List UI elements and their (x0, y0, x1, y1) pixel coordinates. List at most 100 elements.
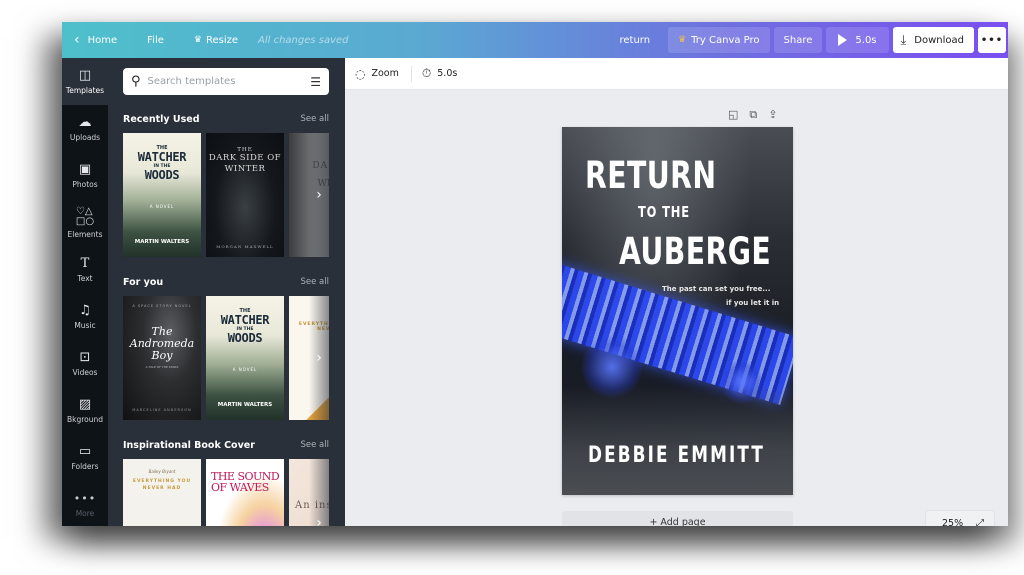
rail-item-templates[interactable]: ◫ Templates (62, 58, 108, 105)
section-header: Recently Used See all (123, 112, 329, 126)
rail-item-photos[interactable]: ▣ Photos (62, 152, 108, 199)
folder-icon: ▭ (78, 443, 92, 459)
cover-tagline-2[interactable]: if you let it in (726, 299, 779, 307)
more-options-button[interactable]: ••• (978, 27, 1006, 53)
play-button[interactable]: 5.0s (826, 27, 889, 53)
see-all-link[interactable]: See all (301, 114, 330, 124)
template-thumbnail[interactable]: THE DARK SIDE OF WINTER MORGAN MAXWELL (206, 133, 284, 257)
thumb-title: The Andromeda Boy (129, 325, 195, 362)
zoom-animation-icon: ◌ (355, 66, 366, 81)
section-for-you: For you See all A SPACE STORY NOVEL The … (123, 275, 329, 420)
section-header: Inspirational Book Cover See all (123, 438, 329, 452)
thumb-title: WATCHER (137, 150, 187, 164)
zoom-label: Zoom (371, 68, 399, 79)
add-page-button[interactable]: + Add page (562, 511, 793, 526)
section-title: Inspirational Book Cover (123, 439, 255, 451)
zoom-control[interactable]: 25% ⤢ (925, 510, 995, 526)
rail-item-uploads[interactable]: ☁ Uploads (62, 105, 108, 152)
thumb-title: DARK SIDE OF WINTER (208, 153, 282, 174)
crown-icon: ♛ (678, 35, 687, 45)
side-nav-rail: ◫ Templates ☁ Uploads ▣ Photos ♡△ □○ Elem… (62, 58, 108, 526)
file-menu[interactable]: File (135, 22, 182, 58)
cloud-upload-icon: ☁ (78, 114, 92, 130)
templates-icon: ◫ (78, 67, 92, 83)
design-page[interactable]: RETURN TO THE AUBERGE The past can set y… (562, 127, 793, 495)
zoom-button[interactable]: ◌ Zoom (355, 67, 407, 81)
toolbar-divider (410, 65, 412, 82)
fullscreen-expand-icon[interactable]: ⤢ (976, 518, 984, 526)
resize-button[interactable]: ♛ Resize (182, 22, 250, 58)
cover-title-line3[interactable]: AUBERGE (619, 230, 771, 273)
rail-item-label: Templates (65, 85, 105, 95)
home-link[interactable]: Home (84, 22, 136, 58)
template-carousel: THE WATCHER IN THE WOODS A NOVEL MARTIN … (123, 133, 329, 257)
section-title: Recently Used (123, 113, 200, 125)
stopwatch-icon: ⏱ (421, 66, 432, 80)
text-icon: T (80, 255, 90, 271)
template-thumbnail[interactable]: A SPACE STORY NOVEL The Andromeda Boy A … (123, 296, 201, 420)
video-icon: ⊡ (79, 349, 91, 365)
thumb-text: A TALE OF THE STARS (145, 365, 179, 369)
back-button[interactable]: ‹ (62, 22, 84, 58)
thumb-title: EVERYTHING YOU NEVER HAD (132, 479, 192, 491)
thumb-text: Bailey Bryant (148, 469, 176, 474)
section-inspirational-book-cover: Inspirational Book Cover See all Bailey … (123, 438, 329, 526)
template-thumbnail[interactable]: THE SOUND OF WAVES (206, 459, 284, 526)
rail-item-label: Text (77, 273, 93, 283)
add-page-icon[interactable]: ⇪ (768, 108, 777, 122)
rail-item-label: Videos (72, 367, 98, 377)
editor-toolbar: ◌ Zoom ⏱ 5.0s (345, 58, 1008, 90)
search-templates-field[interactable]: ⚲ ☰ (123, 68, 329, 95)
try-canva-pro-button[interactable]: ♛ Try Canva Pro (668, 27, 770, 53)
thumb-title: WOODS (227, 331, 263, 345)
template-carousel: A SPACE STORY NOVEL The Andromeda Boy A … (123, 296, 329, 420)
design-title[interactable]: return (620, 35, 669, 46)
rail-item-label: Uploads (69, 132, 101, 142)
search-icon: ⚲ (131, 74, 141, 89)
resize-label: Resize (205, 34, 238, 46)
canva-editor-window: ‹ Home File ♛ Resize All changes saved r… (62, 22, 1008, 526)
rail-item-videos[interactable]: ⊡ Videos (62, 340, 108, 387)
top-bar: ‹ Home File ♛ Resize All changes saved r… (62, 22, 1008, 58)
template-thumbnail[interactable]: Bailey Bryant EVERYTHING YOU NEVER HAD (123, 459, 201, 526)
thumb-title: THE SOUND OF WAVES (211, 470, 280, 494)
cover-title-line1[interactable]: RETURN (585, 154, 716, 197)
crown-icon: ♛ (193, 35, 202, 45)
rail-item-background[interactable]: ▨ Bkground (62, 387, 108, 434)
carousel-next-arrow[interactable]: › (309, 133, 329, 257)
cover-tagline-1[interactable]: The past can set you free... (662, 285, 770, 293)
rail-item-folders[interactable]: ▭ Folders (62, 434, 108, 481)
duplicate-page-icon[interactable]: ⧉ (749, 108, 757, 122)
template-thumbnail[interactable]: THE WATCHER IN THE WOODS A NOVEL MARTIN … (123, 133, 201, 257)
thumb-author: MARCELINE ANDERSON (132, 408, 192, 412)
rail-item-text[interactable]: T Text (62, 246, 108, 293)
rail-item-label: Elements (67, 229, 103, 239)
filter-sliders-icon[interactable]: ☰ (310, 75, 321, 89)
chevron-right-icon: › (316, 187, 322, 203)
zoom-level[interactable]: 25% (942, 518, 963, 526)
photo-icon: ▣ (78, 161, 92, 177)
search-input[interactable] (147, 76, 311, 87)
cover-title-line2[interactable]: TO THE (638, 203, 690, 221)
play-icon (838, 34, 848, 46)
cover-author[interactable]: DEBBIE EMMITT (588, 443, 765, 468)
share-button[interactable]: Share (773, 27, 823, 53)
rail-item-label: Photos (72, 179, 98, 189)
thumb-text: A SPACE STORY NOVEL (132, 304, 192, 308)
rail-item-elements[interactable]: ♡△ □○ Elements (62, 199, 108, 246)
rail-item-more[interactable]: ••• More (62, 481, 108, 526)
see-all-link[interactable]: See all (301, 277, 330, 287)
chevron-left-icon: ‹ (74, 32, 80, 48)
download-button[interactable]: ⤓ Download (892, 27, 974, 53)
carousel-next-arrow[interactable]: › (309, 459, 329, 526)
rail-item-music[interactable]: ♫ Music (62, 293, 108, 340)
duration-button[interactable]: ⏱ 5.0s (422, 66, 465, 81)
template-thumbnail[interactable]: THE WATCHER IN THE WOODS A NOVEL MARTIN … (206, 296, 284, 420)
carousel-next-arrow[interactable]: › (309, 296, 329, 420)
fog-overlay (562, 385, 793, 495)
rail-item-label: Bkground (66, 414, 104, 424)
thumb-text: A NOVEL (232, 367, 258, 372)
music-note-icon: ♫ (79, 302, 91, 318)
add-note-icon[interactable]: ◱ (728, 108, 738, 122)
see-all-link[interactable]: See all (301, 440, 330, 450)
